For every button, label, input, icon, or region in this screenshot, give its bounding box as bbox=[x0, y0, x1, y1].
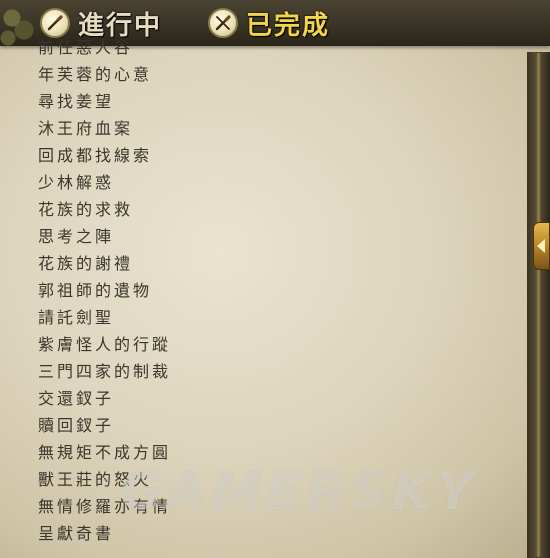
quest-item[interactable]: 年芙蓉的心意 bbox=[38, 61, 171, 88]
quest-item[interactable]: 贖回釵子 bbox=[38, 412, 171, 439]
quest-item[interactable]: 回成都找線索 bbox=[38, 142, 171, 169]
quest-item[interactable]: 少林解惑 bbox=[38, 169, 171, 196]
brush-crossed-icon bbox=[208, 8, 238, 38]
quest-item[interactable]: 花族的謝禮 bbox=[38, 250, 171, 277]
quest-item[interactable]: 呈獻奇書 bbox=[38, 520, 171, 547]
tab-completed-label: 已完成 bbox=[246, 10, 331, 41]
quest-item[interactable]: 紫膚怪人的行蹤 bbox=[38, 331, 171, 358]
quest-item[interactable]: 思考之陣 bbox=[38, 223, 171, 250]
quest-item[interactable]: 請託劍聖 bbox=[38, 304, 171, 331]
scrollbar-track[interactable] bbox=[527, 52, 550, 558]
quest-item[interactable]: 郭祖師的遺物 bbox=[38, 277, 171, 304]
quest-item[interactable]: 交還釵子 bbox=[38, 385, 171, 412]
watermark: GAMERSKY bbox=[120, 462, 478, 522]
scrollbar-rail bbox=[536, 52, 541, 558]
quest-item[interactable]: 花族的求救 bbox=[38, 196, 171, 223]
quest-item[interactable]: 前任惡人谷 bbox=[38, 34, 171, 61]
scrollbar-thumb[interactable] bbox=[533, 222, 550, 270]
quest-item[interactable]: 尋找姜望 bbox=[38, 88, 171, 115]
quest-item[interactable]: 三門四家的制裁 bbox=[38, 358, 171, 385]
leaf-decoration bbox=[0, 0, 34, 46]
quest-item[interactable]: 沐王府血案 bbox=[38, 115, 171, 142]
tab-completed[interactable]: 已完成 bbox=[208, 4, 330, 42]
